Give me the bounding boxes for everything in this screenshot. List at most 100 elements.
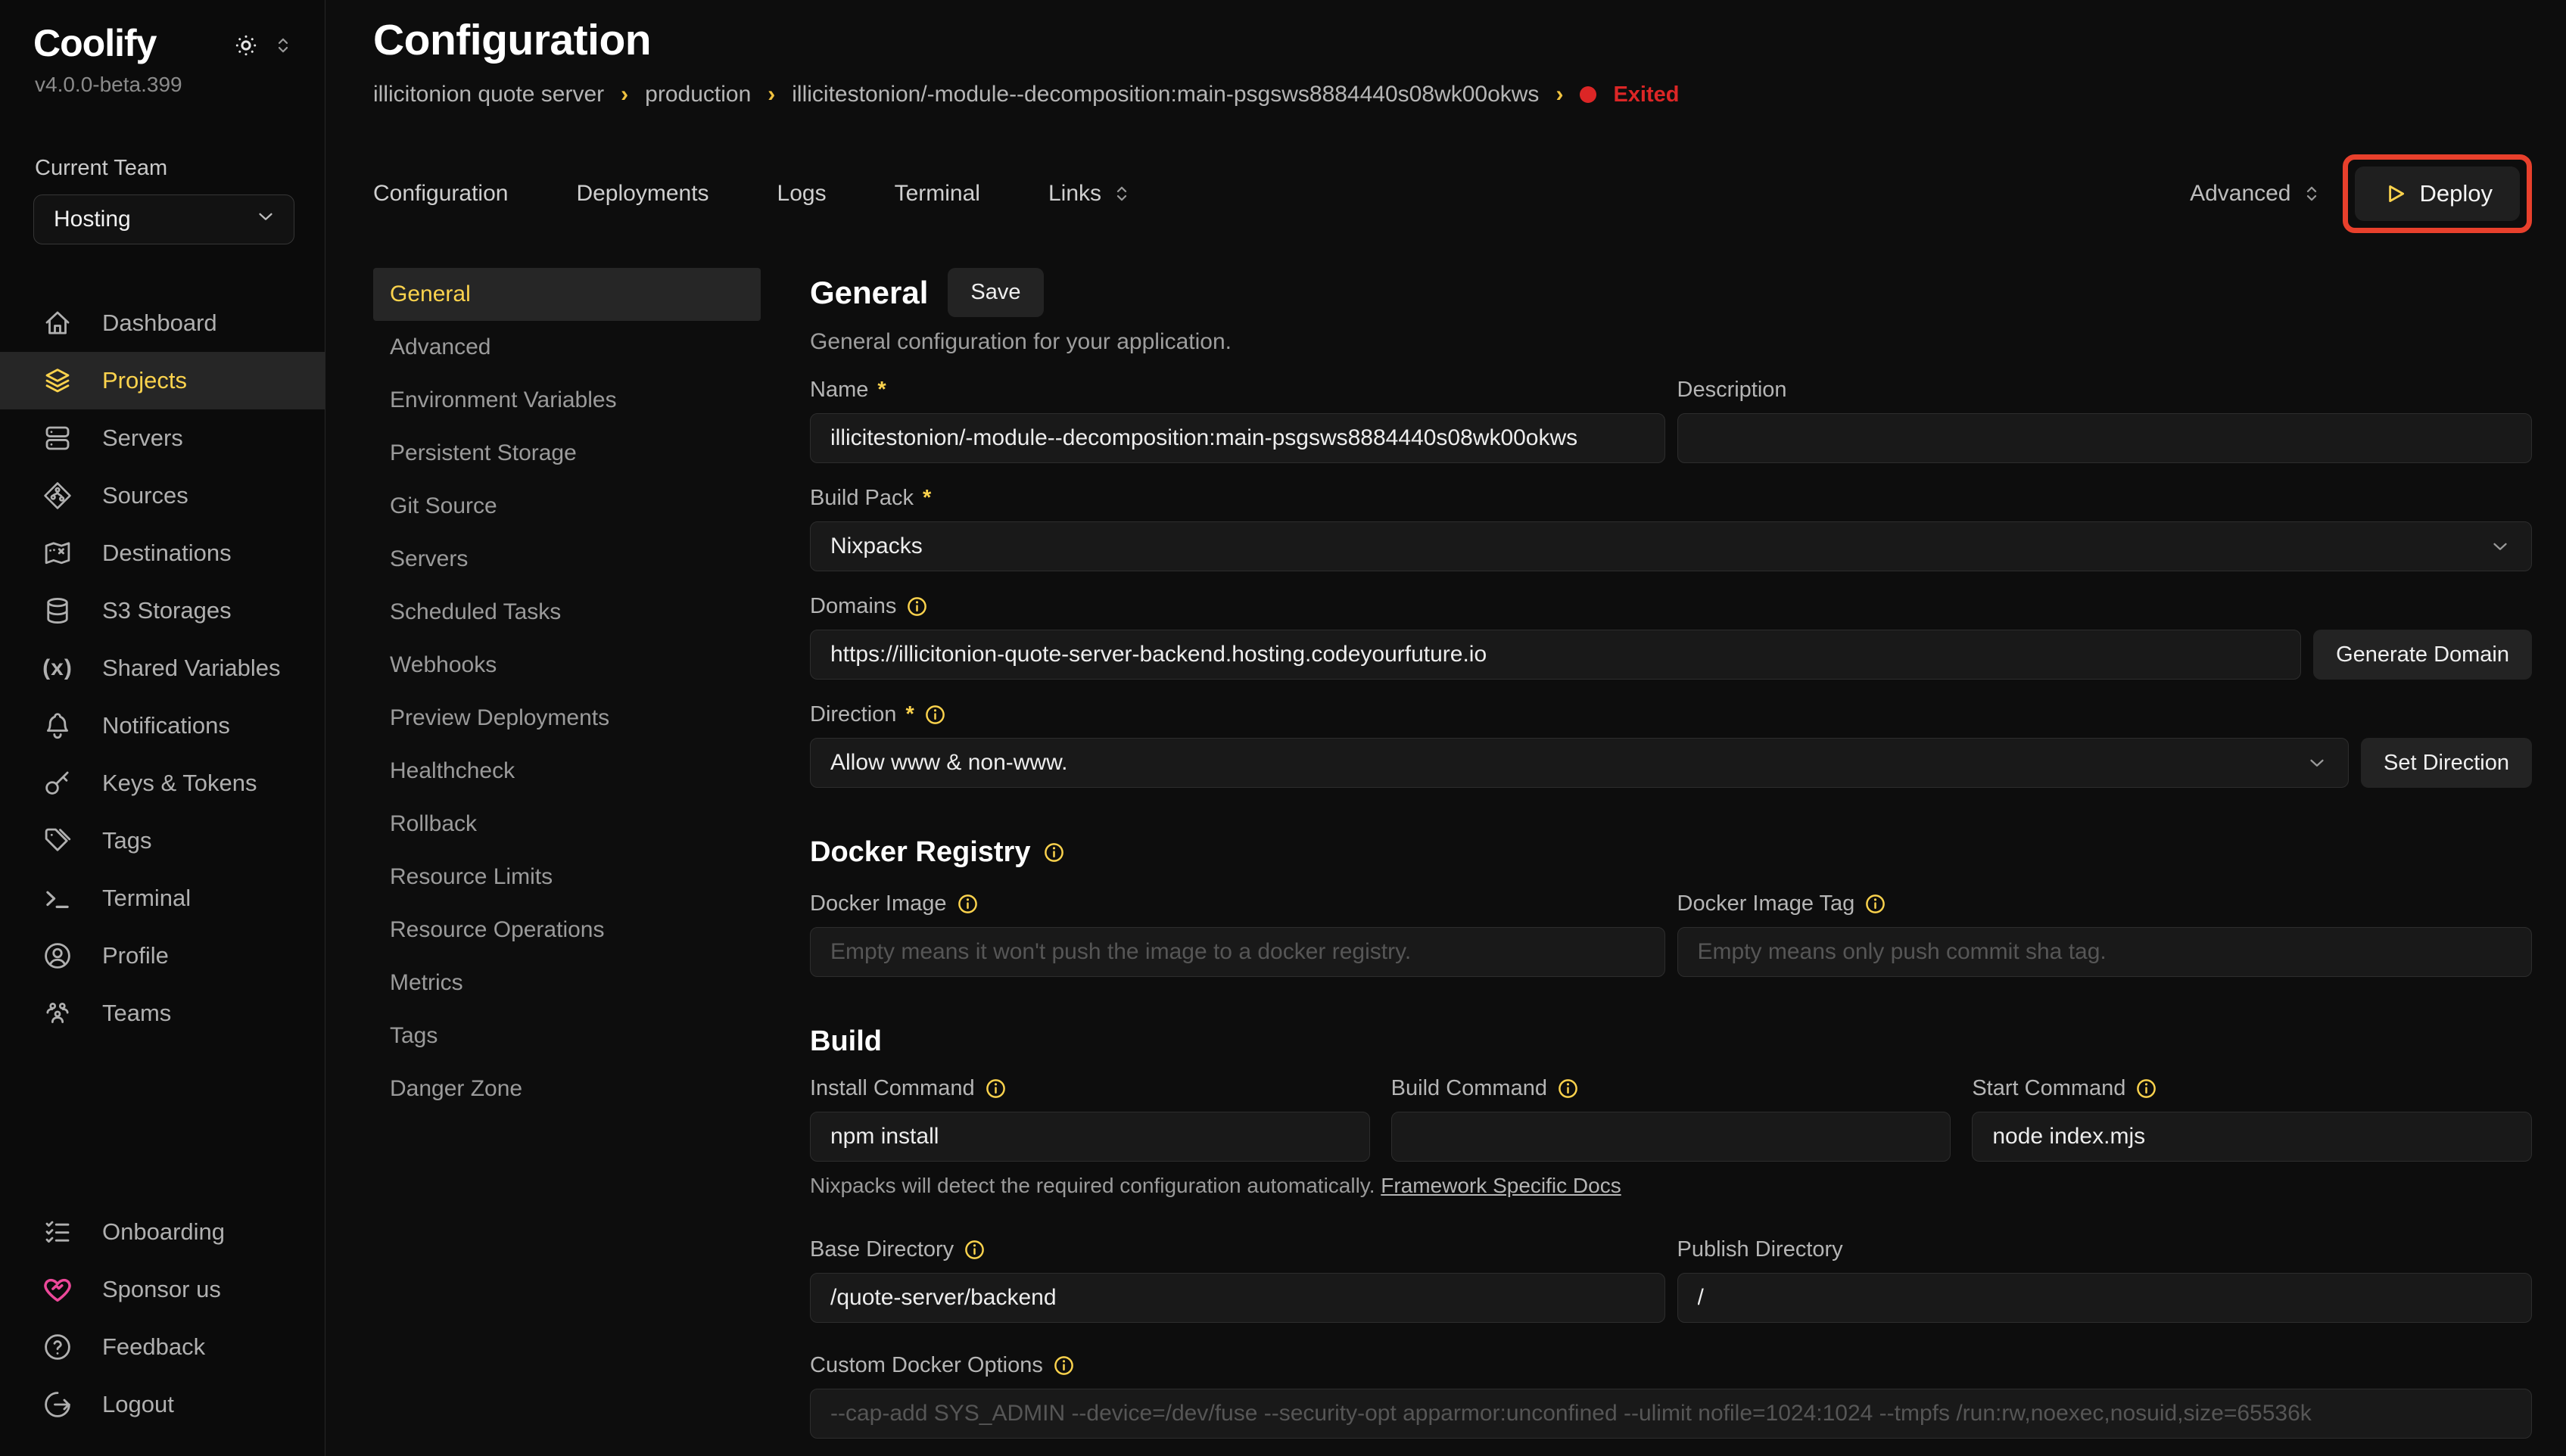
info-icon xyxy=(1052,1354,1076,1377)
sidebar-item-projects[interactable]: Projects xyxy=(0,352,325,409)
set-direction-button[interactable]: Set Direction xyxy=(2361,738,2532,788)
tab-terminal[interactable]: Terminal xyxy=(895,181,980,207)
direction-select[interactable]: Allow www & non-www. xyxy=(810,738,2349,788)
updown-chevron-icon xyxy=(1110,182,1133,205)
config-menu-resource-limits[interactable]: Resource Limits xyxy=(373,851,761,904)
start-command-input[interactable] xyxy=(1972,1112,2532,1162)
sidebar-item-sources[interactable]: Sources xyxy=(0,467,325,524)
config-menu-advanced[interactable]: Advanced xyxy=(373,321,761,374)
required-asterisk: * xyxy=(905,702,914,727)
variables-icon: (x) xyxy=(42,655,73,681)
sidebar: Coolify v4.0.0-beta.399 Current Team Hos… xyxy=(0,0,325,1456)
build-pack-label: Build Pack xyxy=(810,486,914,511)
team-select[interactable]: Hosting xyxy=(33,194,294,244)
docker-image-tag-input[interactable] xyxy=(1677,927,2533,977)
tab-logs[interactable]: Logs xyxy=(777,181,827,207)
server-icon xyxy=(42,422,73,454)
theme-selector-chevron-icon[interactable] xyxy=(272,34,294,61)
config-menu-git-source[interactable]: Git Source xyxy=(373,480,761,533)
status-dot-icon xyxy=(1580,86,1596,103)
config-menu-webhooks[interactable]: Webhooks xyxy=(373,639,761,692)
config-menu-general[interactable]: General xyxy=(373,268,761,321)
sidebar-item-destinations[interactable]: Destinations xyxy=(0,524,325,582)
install-command-label: Install Command xyxy=(810,1076,975,1101)
sidebar-item-keys-tokens[interactable]: Keys & Tokens xyxy=(0,754,325,812)
sidebar-item-shared-variables[interactable]: (x) Shared Variables xyxy=(0,639,325,697)
custom-docker-options-input[interactable] xyxy=(810,1389,2532,1439)
description-input[interactable] xyxy=(1677,413,2533,463)
config-menu-scheduled-tasks[interactable]: Scheduled Tasks xyxy=(373,586,761,639)
info-icon xyxy=(963,1238,986,1262)
theme-toggle-sun-icon[interactable] xyxy=(232,32,260,63)
sidebar-item-servers[interactable]: Servers xyxy=(0,409,325,467)
tag-icon xyxy=(42,825,73,857)
home-icon xyxy=(42,307,73,339)
config-menu-healthcheck[interactable]: Healthcheck xyxy=(373,745,761,798)
section-title-general: General xyxy=(810,275,928,311)
general-form: General Save General configuration for y… xyxy=(810,268,2532,1456)
build-command-input[interactable] xyxy=(1391,1112,1951,1162)
sidebar-nav: Dashboard Projects Servers Sources Desti… xyxy=(0,294,325,1042)
publish-directory-input[interactable] xyxy=(1677,1273,2533,1323)
info-icon xyxy=(984,1077,1007,1100)
config-menu-rollback[interactable]: Rollback xyxy=(373,798,761,851)
tab-links[interactable]: Links xyxy=(1048,181,1133,207)
sidebar-item-onboarding[interactable]: Onboarding xyxy=(0,1203,325,1261)
user-icon xyxy=(42,940,73,972)
tab-configuration[interactable]: Configuration xyxy=(373,181,508,207)
chevron-down-icon xyxy=(2306,751,2328,774)
publish-directory-label: Publish Directory xyxy=(1677,1237,1843,1262)
config-menu-persistent-storage[interactable]: Persistent Storage xyxy=(373,427,761,480)
config-menu-preview-deployments[interactable]: Preview Deployments xyxy=(373,692,761,745)
generate-domain-button[interactable]: Generate Domain xyxy=(2313,630,2532,680)
sidebar-item-logout[interactable]: Logout xyxy=(0,1376,325,1433)
tab-bar: Configuration Deployments Logs Terminal … xyxy=(373,154,2532,233)
sidebar-bottom-nav: Onboarding Sponsor us Feedback Logout xyxy=(0,1203,325,1433)
coolify-app: Coolify v4.0.0-beta.399 Current Team Hos… xyxy=(0,0,2566,1456)
logout-icon xyxy=(42,1389,73,1420)
docker-image-label: Docker Image xyxy=(810,891,947,916)
tab-deployments[interactable]: Deployments xyxy=(576,181,708,207)
name-input[interactable] xyxy=(810,413,1665,463)
info-icon xyxy=(2135,1077,2158,1100)
config-menu-danger-zone[interactable]: Danger Zone xyxy=(373,1062,761,1115)
install-command-input[interactable] xyxy=(810,1112,1370,1162)
sidebar-item-profile[interactable]: Profile xyxy=(0,927,325,985)
sidebar-item-sponsor-us[interactable]: Sponsor us xyxy=(0,1261,325,1318)
breadcrumb-separator-icon: › xyxy=(1555,82,1563,107)
docker-image-tag-label: Docker Image Tag xyxy=(1677,891,1855,916)
help-icon xyxy=(42,1331,73,1363)
config-menu-metrics[interactable]: Metrics xyxy=(373,957,761,1010)
breadcrumb-environment[interactable]: production xyxy=(645,82,751,107)
build-command-label: Build Command xyxy=(1391,1076,1547,1101)
advanced-menu[interactable]: Advanced xyxy=(2190,181,2322,207)
sidebar-item-teams[interactable]: Teams xyxy=(0,985,325,1042)
info-icon xyxy=(923,703,947,726)
framework-docs-link[interactable]: Framework Specific Docs xyxy=(1381,1174,1621,1197)
sidebar-item-s3-storages[interactable]: S3 Storages xyxy=(0,582,325,639)
breadcrumb-application[interactable]: illicitestonion/-module--decomposition:m… xyxy=(792,82,1539,107)
main-content: Configuration illicitonion quote server … xyxy=(325,0,2566,1456)
docker-image-input[interactable] xyxy=(810,927,1665,977)
save-button[interactable]: Save xyxy=(948,268,1043,317)
build-pack-select[interactable]: Nixpacks xyxy=(810,521,2532,571)
section-subtitle: General configuration for your applicati… xyxy=(810,329,2532,355)
config-menu-environment-variables[interactable]: Environment Variables xyxy=(373,374,761,427)
info-icon xyxy=(1042,841,1066,864)
sidebar-item-dashboard[interactable]: Dashboard xyxy=(0,294,325,352)
app-logo: Coolify xyxy=(33,21,156,65)
bell-icon xyxy=(42,710,73,742)
domains-input[interactable] xyxy=(810,630,2301,680)
deploy-button[interactable]: Deploy xyxy=(2355,166,2521,221)
sidebar-item-tags[interactable]: Tags xyxy=(0,812,325,870)
breadcrumb-project[interactable]: illicitonion quote server xyxy=(373,82,604,107)
checklist-icon xyxy=(42,1216,73,1248)
sidebar-item-feedback[interactable]: Feedback xyxy=(0,1318,325,1376)
base-directory-input[interactable] xyxy=(810,1273,1665,1323)
page-title: Configuration xyxy=(373,15,2532,65)
sidebar-item-terminal[interactable]: Terminal xyxy=(0,870,325,927)
config-menu-servers[interactable]: Servers xyxy=(373,533,761,586)
config-menu-tags[interactable]: Tags xyxy=(373,1010,761,1062)
sidebar-item-notifications[interactable]: Notifications xyxy=(0,697,325,754)
config-menu-resource-operations[interactable]: Resource Operations xyxy=(373,904,761,957)
